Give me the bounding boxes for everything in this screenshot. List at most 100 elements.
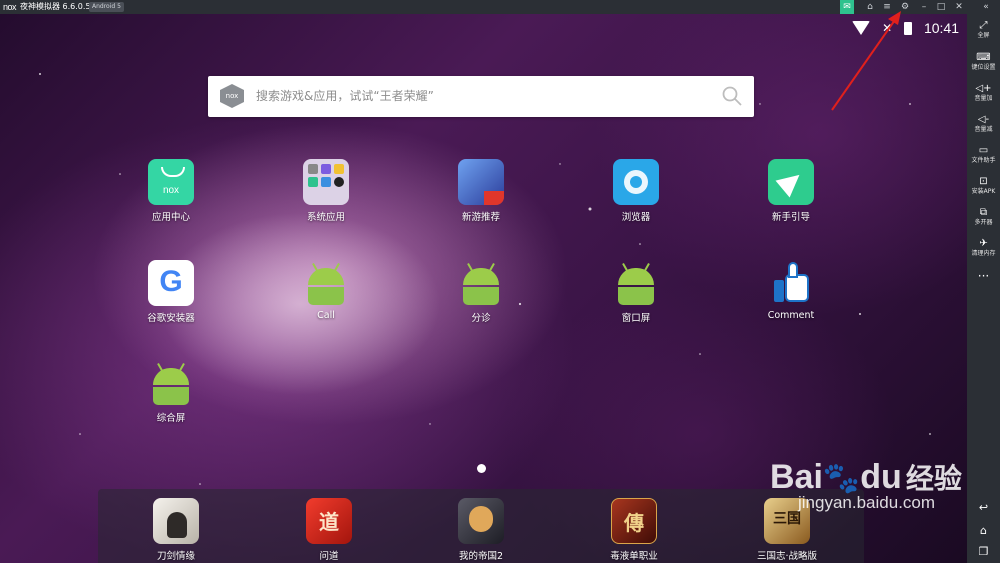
- composite-screen-app[interactable]: 综合屏: [121, 360, 221, 424]
- app-label: 系统应用: [306, 212, 345, 223]
- sidebar-label: 音量加: [974, 95, 993, 102]
- search-bar[interactable]: nox 搜索游戏&应用，试试“王者荣耀”: [208, 76, 754, 117]
- system-apps-folder[interactable]: 系统应用: [276, 159, 376, 223]
- call-app[interactable]: Call: [276, 260, 376, 321]
- new-games-icon: [458, 159, 504, 205]
- keyboard-icon: ⌨: [976, 52, 991, 63]
- watermark-brand: Bai: [770, 458, 823, 496]
- app-label: 新游推荐: [461, 212, 500, 223]
- app-label: 问道: [319, 551, 339, 562]
- system-apps-folder-icon: [303, 159, 349, 205]
- app-label: 分诊: [471, 313, 491, 324]
- new-games-app[interactable]: 新游推荐: [431, 159, 531, 223]
- game-duye-icon: 傳: [611, 498, 657, 544]
- window-title: 夜神模拟器 6.6.0.5: [20, 2, 91, 11]
- multi-instance-icon: ⧉: [979, 207, 988, 218]
- volume-down-icon: ◁-: [977, 114, 990, 125]
- app-label: Comment: [767, 310, 815, 321]
- android-icon: [303, 260, 349, 306]
- maximize-icon[interactable]: □: [934, 0, 948, 14]
- game-empire-icon: [458, 498, 504, 544]
- back-icon[interactable]: ↩: [967, 501, 1000, 514]
- sidebar-volume-down[interactable]: ◁- 音量减: [967, 114, 1000, 134]
- watermark-url: jingyan.baidu.com: [798, 493, 936, 512]
- sidebar-file-helper[interactable]: ▭ 文件助手: [967, 145, 1000, 165]
- app-label: 应用中心: [151, 212, 190, 223]
- app-label: 窗口屏: [621, 313, 651, 324]
- more-icon[interactable]: ···: [967, 269, 1000, 283]
- page-indicator-dot[interactable]: [477, 464, 486, 473]
- fenzhen-app[interactable]: 分诊: [431, 260, 531, 324]
- fullscreen-icon: ⤢: [979, 20, 988, 31]
- android-version-badge: Android 5: [89, 2, 124, 12]
- close-icon[interactable]: ✕: [952, 0, 966, 14]
- app-label: 综合屏: [156, 413, 186, 424]
- volume-up-icon: ◁+: [975, 83, 992, 94]
- app-label: 刀剑情缘: [156, 551, 195, 562]
- google-icon: G: [148, 260, 194, 306]
- sidebar-volume-up[interactable]: ◁+ 音量加: [967, 83, 1000, 103]
- wifi-icon: [852, 21, 871, 36]
- watermark-brand2: du: [860, 458, 902, 496]
- emulator-sidebar: ⤢ 全屏 ⌨ 键位设置 ◁+ 音量加 ◁- 音量减 ▭ 文件助手 ⊡ 安装APK…: [967, 14, 1000, 563]
- sidebar-install-apk[interactable]: ⊡ 安装APK: [967, 176, 1000, 196]
- file-helper-icon: ▭: [978, 145, 989, 156]
- sidebar-label: 清理内存: [971, 250, 996, 257]
- window-screen-app[interactable]: 窗口屏: [586, 260, 686, 324]
- sidebar-label: 全屏: [977, 32, 990, 39]
- watermark-cn: 经验: [905, 463, 962, 494]
- app-center[interactable]: nox 应用中心: [121, 159, 221, 223]
- android-icon: [148, 360, 194, 406]
- home-icon[interactable]: ⌂: [967, 524, 1000, 537]
- settings-icon[interactable]: ⚙: [898, 0, 912, 14]
- dock-app-empire[interactable]: 我的帝国2: [431, 498, 531, 562]
- dock-app-wendao[interactable]: 道 问道: [279, 498, 379, 562]
- title-bar: nox 夜神模拟器 6.6.0.5 Android 5 ✉ ⌂ ≡ ⚙ – □ …: [0, 0, 1000, 14]
- recent-apps-icon[interactable]: ❐: [967, 545, 1000, 558]
- mail-icon[interactable]: ✉: [840, 0, 854, 14]
- paw-icon: 🐾: [822, 462, 861, 495]
- status-bar: ✕ 10:41: [844, 19, 959, 36]
- app-label: 新手引导: [771, 212, 810, 223]
- browser-icon: [613, 159, 659, 205]
- sidebar-fullscreen[interactable]: ⤢ 全屏: [967, 20, 1000, 40]
- app-label: Call: [317, 310, 335, 321]
- game-daojian-icon: [153, 498, 199, 544]
- thumbs-up-icon: [768, 260, 814, 306]
- guide-app[interactable]: 新手引导: [741, 159, 841, 223]
- android-icon: [458, 260, 504, 306]
- install-apk-icon: ⊡: [979, 176, 988, 187]
- guide-icon: [768, 159, 814, 205]
- baidu-watermark: Bai🐾du 经验 jingyan.baidu.com: [770, 457, 962, 513]
- minimize-icon[interactable]: –: [917, 0, 931, 14]
- app-label: 谷歌安装器: [147, 313, 195, 324]
- collapse-sidebar-icon[interactable]: «: [979, 0, 993, 14]
- clean-memory-icon: ✈: [979, 238, 988, 249]
- sidebar-multi-instance[interactable]: ⧉ 多开器: [967, 207, 1000, 227]
- google-installer-app[interactable]: G 谷歌安装器: [121, 260, 221, 324]
- android-icon: [613, 260, 659, 306]
- nox-search-logo: nox: [220, 84, 244, 108]
- menu-icon[interactable]: ≡: [880, 0, 894, 14]
- sidebar-label: 文件助手: [971, 157, 996, 164]
- no-signal-icon: ✕: [882, 21, 893, 36]
- shirt-icon[interactable]: ⌂: [863, 0, 877, 14]
- app-label: 我的帝国2: [458, 551, 504, 562]
- sidebar-label: 键位设置: [971, 64, 996, 71]
- comment-app[interactable]: Comment: [741, 260, 841, 321]
- sidebar-keymapping[interactable]: ⌨ 键位设置: [967, 52, 1000, 72]
- dock-app-daojian[interactable]: 刀剑情缘: [126, 498, 226, 562]
- search-icon[interactable]: [722, 86, 742, 106]
- browser-app[interactable]: 浏览器: [586, 159, 686, 223]
- sidebar-label: 多开器: [974, 219, 993, 226]
- nox-app-center-icon: nox: [148, 159, 194, 205]
- battery-icon: [904, 21, 913, 35]
- game-wendao-icon: 道: [306, 498, 352, 544]
- sidebar-label: 音量减: [974, 126, 993, 133]
- sidebar-clean-memory[interactable]: ✈ 清理内存: [967, 238, 1000, 258]
- dock-app-duye[interactable]: 傳 毒液单职业: [584, 498, 684, 562]
- clock: 10:41: [923, 20, 959, 37]
- nox-logo: nox: [3, 2, 17, 12]
- app-label: 三国志·战略版: [756, 551, 818, 562]
- search-placeholder: 搜索游戏&应用，试试“王者荣耀”: [256, 89, 434, 103]
